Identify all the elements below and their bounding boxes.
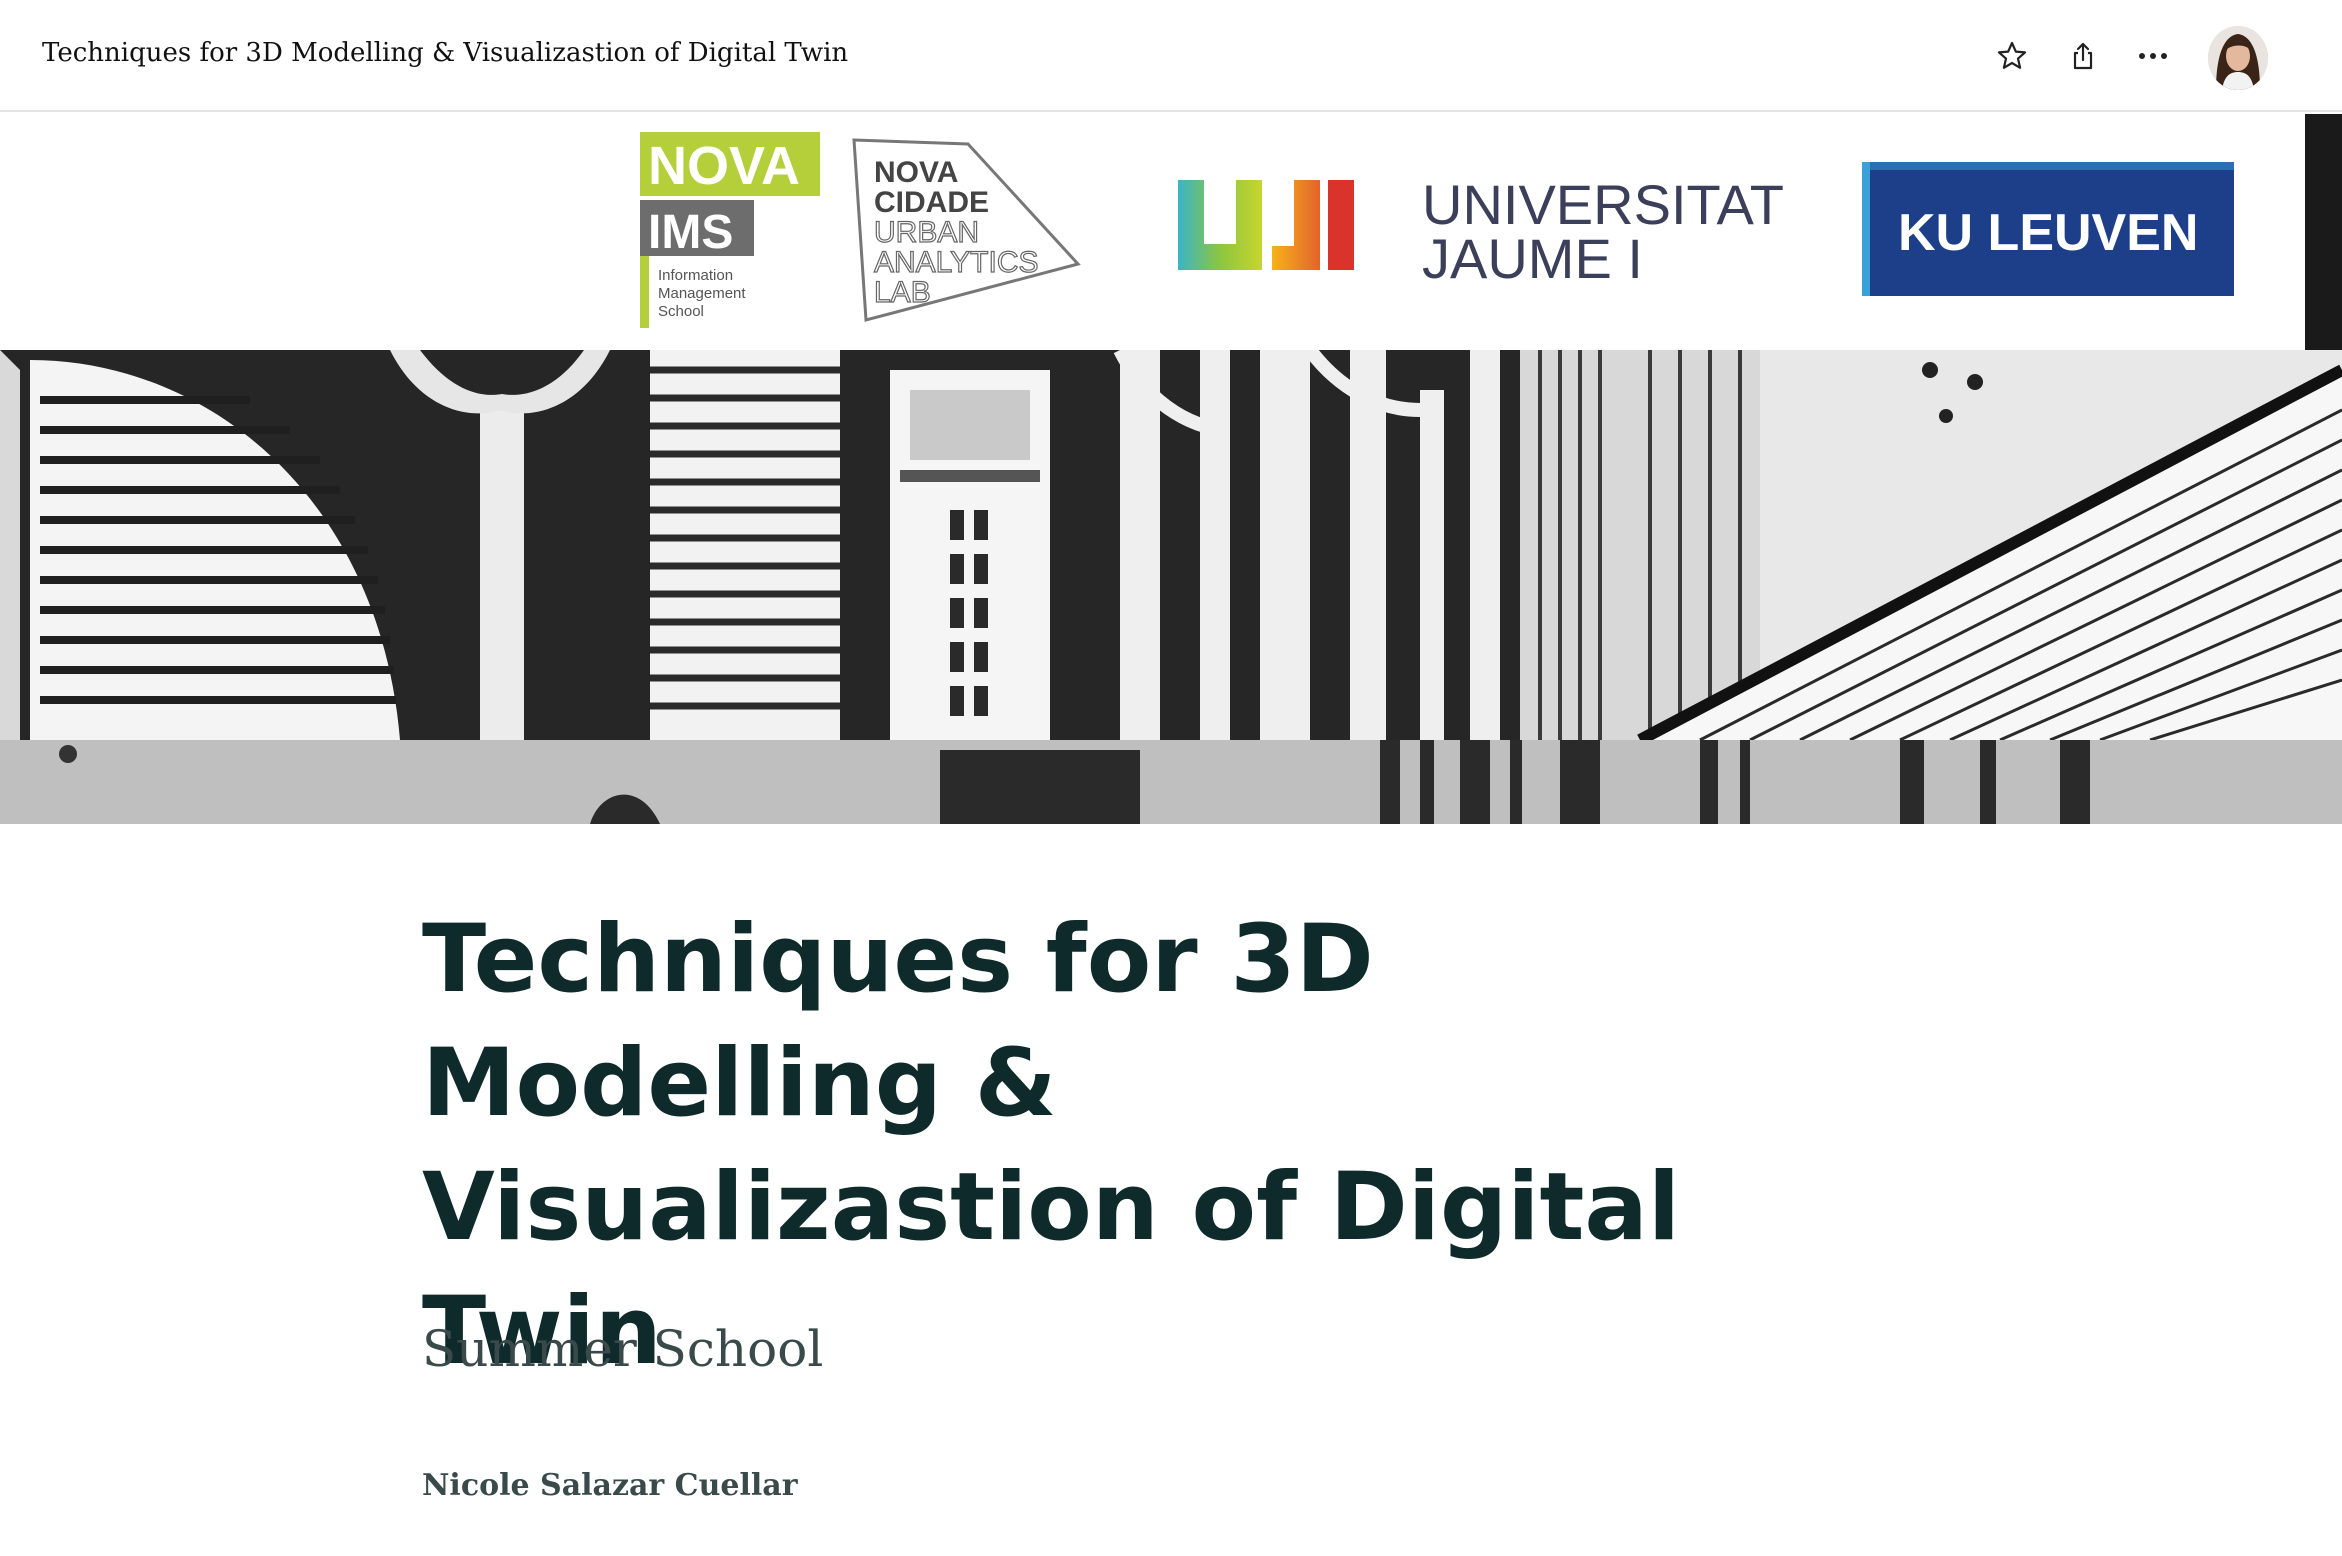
more-options-button[interactable] [2131,34,2175,78]
svg-text:ANALYTICS: ANALYTICS [874,246,1039,279]
nova-ims-logo: NOVA IMS Information Management School [640,132,820,328]
uji-logo: UNIVERSITAT JAUME I [1178,173,1784,290]
author-name: Nicole Salazar Cuellar [422,1468,798,1503]
share-icon [2073,42,2093,70]
svg-text:CIDADE: CIDADE [874,186,989,219]
svg-text:URBAN: URBAN [874,216,979,249]
share-button[interactable] [2061,34,2105,78]
star-icon [1997,41,2027,69]
cityscape-illustration [0,350,2342,824]
nova-cidade-logo: NOVA CIDADE URBAN ANALYTICS LAB [852,138,1081,322]
user-avatar[interactable] [2208,26,2268,90]
cover-banner: NOVA IMS Information Management School N… [0,114,2342,824]
top-bar: Techniques for 3D Modelling & Visualizas… [0,0,2342,112]
svg-text:School: School [658,303,704,320]
avatar-image [2208,26,2268,90]
svg-text:NOVA: NOVA [874,156,958,189]
svg-text:LAB: LAB [874,276,931,309]
svg-text:Information: Information [658,267,733,284]
partner-logos-strip: NOVA IMS Information Management School N… [0,114,2305,350]
svg-text:Management: Management [658,285,746,302]
page-subtitle: Summer School [422,1320,824,1378]
svg-text:KU LEUVEN: KU LEUVEN [1898,204,2198,262]
banner-art-edge [2305,114,2342,350]
more-horizontal-icon [2139,53,2167,59]
document-title: Techniques for 3D Modelling & Visualizas… [42,38,849,68]
cityscape-art [0,350,2342,824]
svg-text:JAUME I: JAUME I [1422,227,1643,290]
ku-leuven-logo: KU LEUVEN [1862,162,2234,296]
svg-text:NOVA: NOVA [648,136,800,196]
favorite-button[interactable] [1990,34,2034,78]
svg-text:IMS: IMS [648,206,733,259]
